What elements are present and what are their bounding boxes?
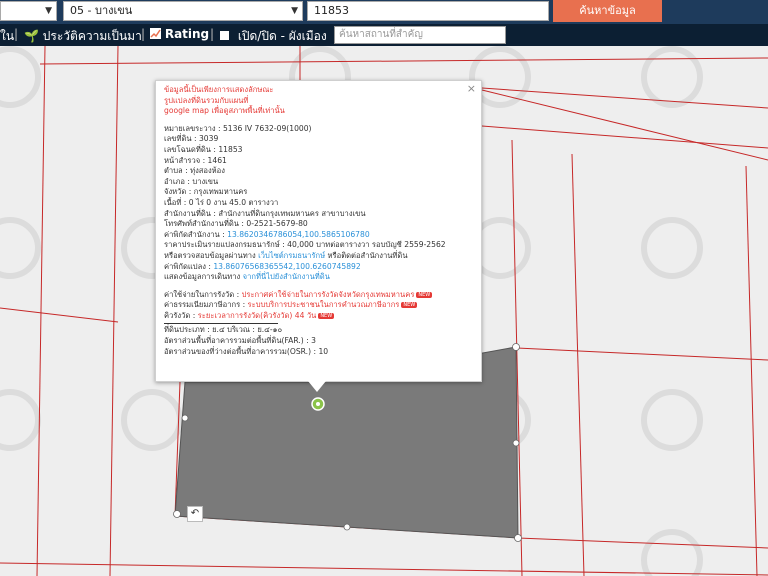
far-row: อัตราส่วนพื้นที่อาคารรวมต่อพื้นที่ดิน(FA… [164, 336, 316, 346]
land-no-row: เลขที่ดิน : 3039 [164, 134, 219, 144]
queue-row: คิวรังวัด : ระยะเวลาการรังวัด(คิวรังวัด)… [164, 310, 335, 320]
province-row: จังหวัด : กรุงเทพมหานคร [164, 187, 248, 197]
district-select[interactable]: 05 - บางเขน ▼ [63, 1, 303, 21]
fee-row: ค่าใช้จ่ายในการรังวัด : ประกาศค่าใช้จ่าย… [164, 289, 433, 299]
layer-toggle-label: เปิด/ปิด - ผังเมือง [237, 29, 327, 43]
map-toolbar: ใน | 🌱 ประวัติความเป็นมา | Rating | เปิด… [0, 24, 768, 46]
chevron-down-icon: ▼ [45, 6, 52, 16]
check-row: หรือตรวจสอบข้อมูลผ่านทาง เว็บไซต์กรมธนาร… [164, 250, 408, 260]
survey-row: หน้าสำรวจ : 1461 [164, 155, 227, 165]
toolbar-separator: | [210, 27, 215, 41]
office-row: สำนักงานที่ดิน : สำนักงานที่ดินกรุงเทพมห… [164, 208, 366, 218]
parcel-coord-row: ค่าพิกัดแปลง : 13.86076568365542,100.626… [164, 261, 361, 271]
osr-row: อัตราส่วนของที่ว่างต่อพื้นที่อาคารรวม(OS… [164, 346, 329, 356]
popup-notice-line: google map เพื่อดูสภาพพื้นที่เท่านั้น [164, 106, 285, 116]
new-badge: NEW [401, 302, 418, 309]
checkbox-icon[interactable] [220, 31, 229, 40]
sheet-row: หมายเลขระวาง : 5136 IV 7632-09(1000) [164, 123, 312, 133]
tax-row: ค่าธรรมเนียมภาษีอากร : ระบบบริการประชาชน… [164, 300, 418, 310]
parcel-coord-link[interactable]: 13.86076568365542,100.6260745892 [213, 262, 360, 271]
district-row: อำเภอ : บางเขน [164, 176, 219, 186]
chevron-down-icon: ▼ [291, 6, 298, 16]
new-badge: NEW [318, 312, 335, 319]
office-coord-link[interactable]: 13.8620346786054,100.5865106780 [227, 230, 370, 239]
history-link[interactable]: 🌱 ประวัติความเป็นมา [24, 27, 142, 46]
treasury-website-link[interactable]: เว็บไซต์กรมธนารักษ์ [258, 251, 325, 260]
popup-notice-line: รูปแปลงที่ดินรวมกับแผนที่ [164, 95, 249, 105]
search-bar: ▼ 05 - บางเขน ▼ 11853 ค้นหาข้อมูล [0, 0, 768, 24]
place-search-placeholder: ค้นหาสถานที่สำคัญ [339, 29, 423, 40]
toolbar-item-partial[interactable]: ใน [0, 27, 14, 46]
price-row: ราคาประเมินรายแปลงกรมธนารักษ์ : 40,000 บ… [164, 240, 446, 250]
tax-link[interactable]: ระบบบริการประชาชนในการคำนวณภาษีอากร [248, 300, 400, 309]
close-icon[interactable]: × [467, 83, 476, 95]
parcel-number-input[interactable]: 11853 [307, 1, 549, 21]
place-search-input[interactable]: ค้นหาสถานที่สำคัญ [334, 26, 506, 44]
parcel-info-popup: × ข้อมูลนี้เป็นเพียงการแสดงลักษณะ รูปแปล… [155, 80, 482, 382]
history-label: ประวัติความเป็นมา [42, 29, 142, 43]
parcel-number-value: 11853 [314, 4, 349, 17]
toolbar-separator: | [14, 27, 19, 41]
search-button[interactable]: ค้นหาข้อมูล [553, 0, 662, 22]
new-badge: NEW [416, 291, 433, 298]
map-pin-icon[interactable] [311, 397, 325, 411]
undo-icon[interactable]: ↶ [187, 506, 203, 522]
subdistrict-row: ตำบล : ทุ่งสองห้อง [164, 166, 225, 176]
fee-link[interactable]: ประกาศค่าใช้จ่ายในการรังวัดจังหวัดกรุงเท… [242, 290, 415, 299]
rating-label: Rating [164, 27, 210, 41]
sprout-icon: 🌱 [24, 29, 39, 43]
popup-notice-line: ข้อมูลนี้เป็นเพียงการแสดงลักษณะ [164, 85, 274, 94]
province-select[interactable]: ▼ [0, 1, 57, 21]
route-link[interactable]: จากที่นี่ไปยังสำนักงานที่ดิน [243, 272, 330, 281]
chart-icon [150, 28, 161, 39]
rating-link[interactable]: Rating [150, 27, 209, 41]
office-coord-row: ค่าพิกัดสำนักงาน : 13.8620346786054,100.… [164, 229, 370, 239]
popup-pointer [308, 381, 326, 392]
zone-row: ที่ดินประเภท : ย.๔ บริเวณ : ย.๔-๑๐ [164, 325, 283, 335]
toolbar-separator: | [141, 27, 146, 41]
route-row: แสดงข้อมูลการเดินทาง จากที่นี่ไปยังสำนัก… [164, 272, 330, 282]
deed-row: เลขโฉนดที่ดิน : 11853 [164, 144, 243, 154]
phone-row: โทรศัพท์สำนักงานที่ดิน : 0-2521-5679-80 [164, 219, 308, 229]
area-row: เนื้อที่ : 0 ไร่ 0 งาน 45.0 ตารางวา [164, 197, 279, 207]
layer-toggle[interactable]: เปิด/ปิด - ผังเมือง [220, 27, 327, 46]
district-select-value: 05 - บางเขน [70, 4, 133, 17]
